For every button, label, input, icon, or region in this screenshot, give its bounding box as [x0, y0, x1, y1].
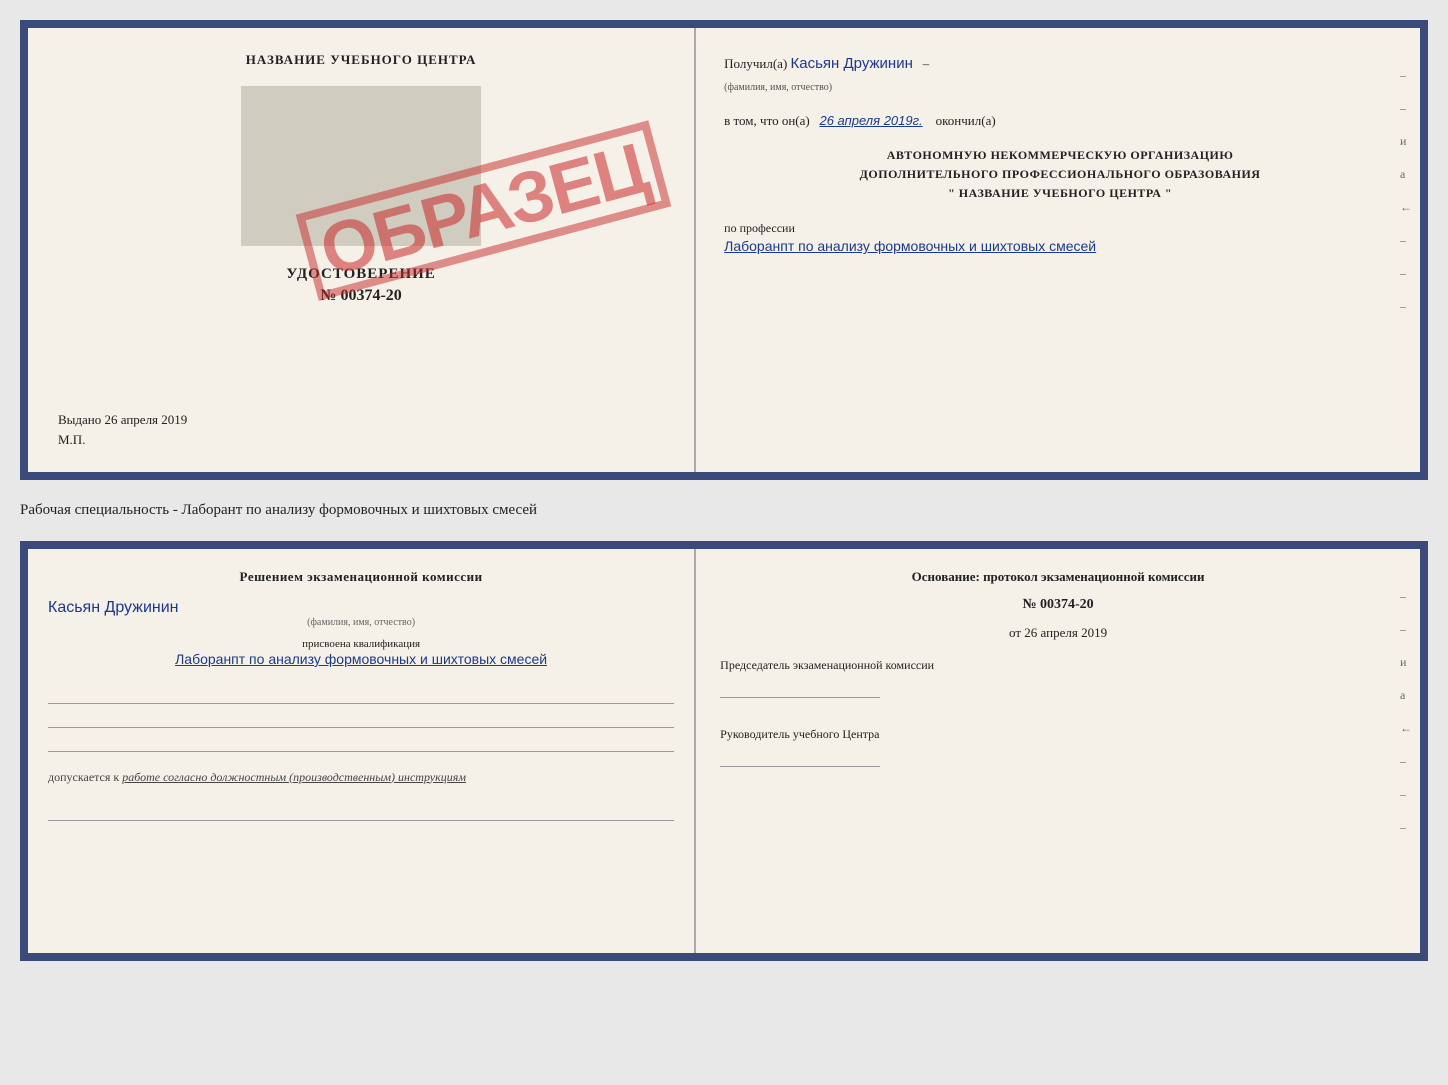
date-prefix: от [1009, 625, 1021, 640]
stamp-area: ОБРАЗЕЦ [241, 86, 481, 246]
kvali-label: присвоена квалификация [48, 638, 674, 650]
predsedatel-block: Председатель экзаменационной комиссии [720, 657, 1396, 698]
mp-line: М.П. [48, 432, 85, 448]
vydano-line: Выдано 26 апреля 2019 [48, 412, 187, 428]
profession-value: Лаборанпт по анализу формовочных и шихто… [724, 236, 1396, 257]
bottom-line-4 [48, 801, 674, 821]
org-line1: АВТОНОМНУЮ НЕКОММЕРЧЕСКУЮ ОРГАНИЗАЦИЮ [724, 146, 1396, 165]
page-wrapper: НАЗВАНИЕ УЧЕБНОГО ЦЕНТРА ОБРАЗЕЦ УДОСТОВ… [20, 20, 1428, 961]
kvali-block: присвоена квалификация Лаборанпт по анал… [48, 638, 674, 670]
udostoverenie-number: № 00374-20 [286, 287, 436, 305]
bottom-line-1 [48, 684, 674, 704]
profession-block: по профессии Лаборанпт по анализу формов… [724, 221, 1396, 257]
org-line2: ДОПОЛНИТЕЛЬНОГО ПРОФЕССИОНАЛЬНОГО ОБРАЗО… [724, 165, 1396, 184]
protocol-date: от 26 апреля 2019 [720, 625, 1396, 641]
vtom-row: в том, что он(а) 26 апреля 2019г. окончи… [724, 111, 1396, 132]
protocol-number: № 00374-20 [720, 597, 1396, 613]
dopuskaetsya-block: допускается к работе согласно должностны… [48, 770, 674, 785]
okonchil-label: окончил(а) [936, 113, 996, 128]
mp-text: М.П. [58, 432, 85, 447]
bottom-document: Решением экзаменационной комиссии Касьян… [20, 541, 1428, 961]
rukovoditel-signature [720, 747, 880, 767]
person-name: Касьян Дружинин [48, 599, 674, 617]
top-document: НАЗВАНИЕ УЧЕБНОГО ЦЕНТРА ОБРАЗЕЦ УДОСТОВ… [20, 20, 1428, 480]
fio-sublabel-top: (фамилия, имя, отчество) [724, 82, 832, 93]
bottom-line-2 [48, 708, 674, 728]
top-doc-right: Получил(а) Касьян Дружинин – (фамилия, и… [696, 28, 1420, 472]
osnov-label: Основание: протокол экзаменационной коми… [720, 569, 1396, 585]
person-name-block: Касьян Дружинин (фамилия, имя, отчество) [48, 599, 674, 628]
received-row: Получил(а) Касьян Дружинин – (фамилия, и… [724, 52, 1396, 97]
vtom-date: 26 апреля 2019г. [819, 113, 922, 128]
komissia-header: Решением экзаменационной комиссии [48, 569, 674, 585]
kvali-value: Лаборанпт по анализу формовочных и шихто… [48, 650, 674, 670]
bottom-right-dashes: – – и а ← – – – [1400, 589, 1412, 835]
predsedatel-label: Председатель экзаменационной комиссии [720, 657, 1396, 674]
top-left-title: НАЗВАНИЕ УЧЕБНОГО ЦЕНТРА [246, 52, 477, 68]
fio-label-bottom: (фамилия, имя, отчество) [48, 617, 674, 628]
rukovoditel-label: Руководитель учебного Центра [720, 726, 1396, 743]
top-doc-left: НАЗВАНИЕ УЧЕБНОГО ЦЕНТРА ОБРАЗЕЦ УДОСТОВ… [28, 28, 696, 472]
vydano-text: Выдано 26 апреля 2019 [58, 412, 187, 427]
bottom-lines-block [48, 684, 674, 752]
vtom-label: в том, что он(а) [724, 113, 810, 128]
date-value: 26 апреля 2019 [1024, 625, 1107, 640]
udostoverenie-label: УДОСТОВЕРЕНИЕ [286, 266, 436, 283]
profession-label: по профессии [724, 221, 1396, 236]
org-line3: " НАЗВАНИЕ УЧЕБНОГО ЦЕНТРА " [724, 184, 1396, 203]
udostoverenie-block: УДОСТОВЕРЕНИЕ № 00374-20 [286, 266, 436, 305]
received-name: Касьян Дружинин [791, 55, 913, 72]
bottom-doc-left: Решением экзаменационной комиссии Касьян… [28, 549, 696, 953]
predsedatel-signature [720, 678, 880, 698]
received-label: Получил(а) [724, 56, 787, 71]
dopuskaetsya-prefix: допускается к [48, 770, 119, 784]
bottom-doc-right: Основание: протокол экзаменационной коми… [696, 549, 1420, 953]
specialty-line: Рабочая специальность - Лаборант по анал… [20, 496, 1428, 525]
bottom-line-3 [48, 732, 674, 752]
rukovoditel-block: Руководитель учебного Центра [720, 726, 1396, 767]
org-block: АВТОНОМНУЮ НЕКОММЕРЧЕСКУЮ ОРГАНИЗАЦИЮ ДО… [724, 146, 1396, 204]
dopuskaetsya-value: работе согласно должностным (производств… [122, 770, 466, 784]
top-right-dashes: – – и а ← – – – [1400, 68, 1412, 314]
